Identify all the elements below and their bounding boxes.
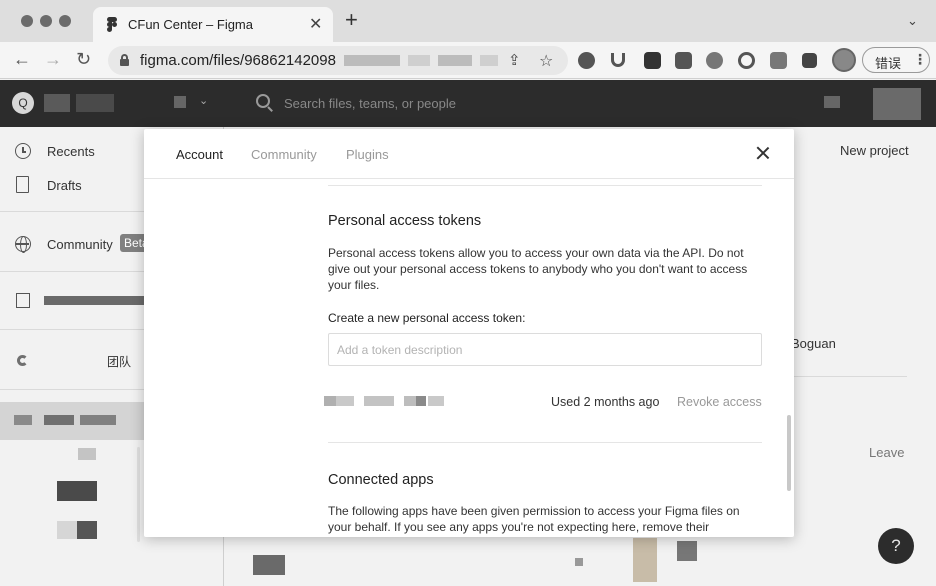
redacted-avatar [873,88,921,120]
redacted-item [78,448,96,460]
extension-jh-icon[interactable] [770,52,787,69]
browser-toolbar: ← → ↻ figma.com/files/96862142098 ⇪ ☆ 错误… [0,42,936,79]
back-button[interactable]: ← [13,49,31,69]
redacted-item [57,481,97,501]
sidebar-item-label: Community [47,237,113,252]
profile-avatar[interactable] [832,48,856,72]
redacted-item [575,558,583,566]
row-divider [791,376,907,377]
token-row: Used 2 months ago Revoke access [324,394,762,414]
leave-button[interactable]: Leave [869,445,904,460]
team-label: 团队 [107,355,132,369]
pat-description: Personal access tokens allow you to acce… [328,246,748,292]
url-text: figma.com/files/96862142098 [140,52,336,69]
create-token-card: Create a new personal access token: [315,305,774,379]
team-icon [17,355,28,366]
share-icon[interactable]: ⇪ [508,51,521,69]
url-redacted [408,55,430,66]
sidebar-item-label: Recents [47,144,95,159]
redacted-item [677,541,697,561]
sidebar-scrollbar[interactable] [137,447,140,542]
url-redacted [438,55,472,66]
extension-circle-icon[interactable] [738,52,755,69]
tab-community[interactable]: Community [251,147,317,162]
tab-account[interactable]: Account [176,147,223,162]
tab-title: CFun Center – Figma [128,17,253,32]
tab-plugins[interactable]: Plugins [346,147,389,162]
redacted-item [253,555,285,575]
redacted-item [57,521,77,539]
section-divider [328,185,762,186]
redacted-name [44,94,70,112]
pat-heading: Personal access tokens [328,213,482,229]
document-icon [16,176,29,193]
notion-icon[interactable] [644,52,661,69]
create-token-label: Create a new personal access token: [328,311,526,325]
figma-header: Q ⌄ [0,80,936,127]
extension-face-icon[interactable] [706,52,723,69]
figma-logo-icon [107,17,117,32]
redacted-item [824,96,840,108]
tab-close-icon[interactable]: ✕ [309,14,322,34]
connected-apps-heading: Connected apps [328,472,434,488]
address-bar[interactable]: figma.com/files/96862142098 ⇪ ☆ [108,46,568,75]
search-icon [256,94,270,108]
clock-icon [15,143,31,159]
error-pill-label: 错误 [875,56,902,71]
window-close-button[interactable] [21,15,33,27]
modal-scrollbar[interactable] [787,415,791,491]
redacted-image [633,538,657,582]
extension-v-icon[interactable] [611,53,625,67]
forward-button[interactable]: → [44,49,62,69]
modal-tab-bar: Account Community Plugins [144,129,794,179]
bookmark-star-icon[interactable]: ☆ [539,51,553,71]
url-redacted [480,55,498,66]
tab-search-chevron-icon[interactable]: ⌄ [907,13,918,29]
lock-icon [120,54,129,66]
user-avatar[interactable]: Q [12,92,34,114]
browser-tab-strip: CFun Center – Figma ✕ + ⌄ [0,0,936,42]
token-last-used: Used 2 months ago [551,395,660,409]
browser-tab-active[interactable]: CFun Center – Figma ✕ [93,7,333,42]
new-project-button[interactable]: New project [840,143,909,158]
globe-icon [15,236,31,253]
extension-icon[interactable] [578,52,595,69]
building-icon [16,293,30,308]
chevron-down-icon[interactable]: ⌄ [199,94,208,107]
url-redacted [344,55,400,66]
token-description-input[interactable] [328,333,762,366]
reload-button[interactable]: ↻ [76,49,91,69]
member-name: Boguan [791,336,836,351]
extension-s-icon[interactable] [675,52,692,69]
extensions-puzzle-icon[interactable] [802,53,817,68]
new-tab-button[interactable]: + [345,9,358,31]
close-icon[interactable] [755,145,771,161]
window-zoom-button[interactable] [59,15,71,27]
sidebar-item-label: Drafts [47,178,82,193]
browser-menu-icon[interactable]: ⋮ [913,51,927,68]
section-divider [328,442,762,443]
connected-apps-description: The following apps have been given permi… [328,504,740,534]
help-button[interactable]: ? [878,528,914,564]
search-input[interactable] [284,93,584,113]
revoke-access-button[interactable]: Revoke access [677,395,762,409]
redacted-team [174,96,186,108]
redacted-org-name [44,296,144,305]
redacted-item [77,521,97,539]
redacted-name [76,94,114,112]
window-minimize-button[interactable] [40,15,52,27]
error-pill-button[interactable]: 错误 ⋮ [862,47,930,73]
